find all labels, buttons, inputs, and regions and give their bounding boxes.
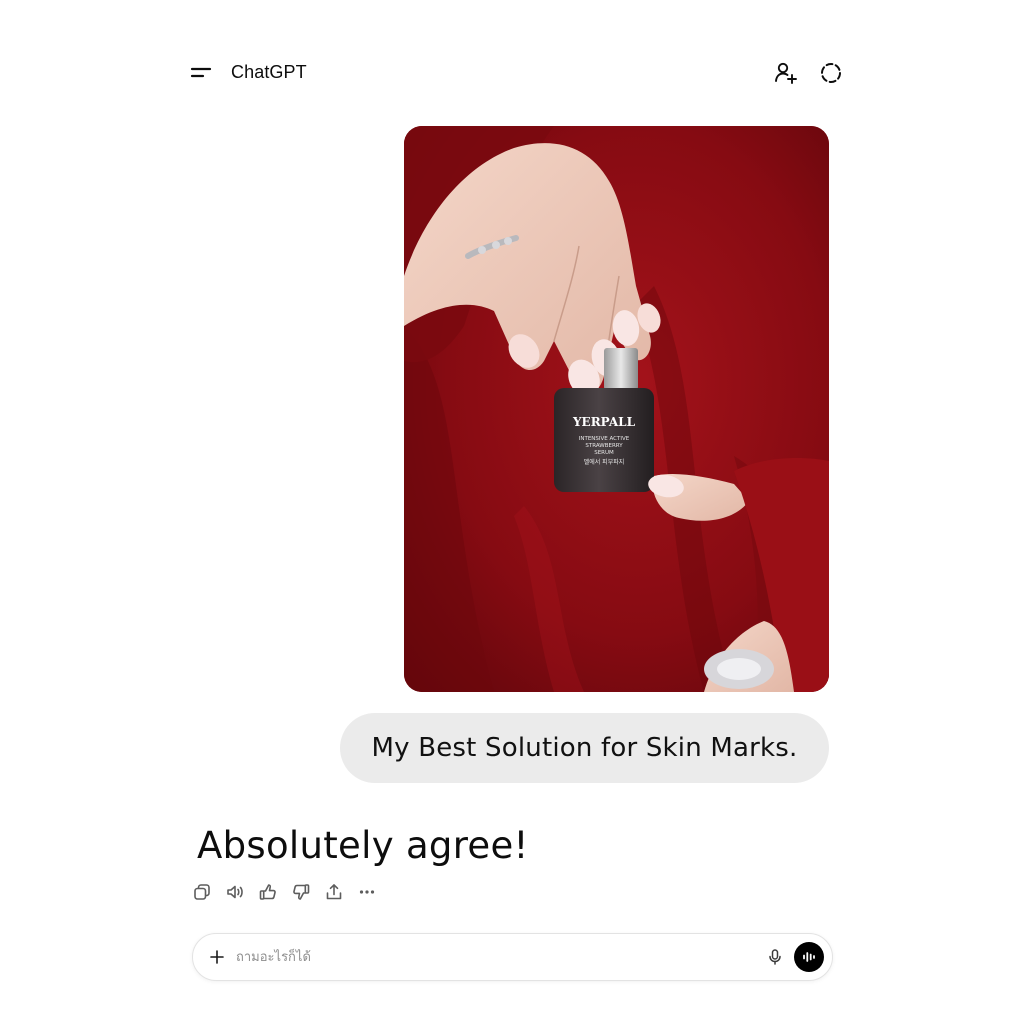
dashed-circle-icon[interactable] <box>818 60 844 86</box>
app-title: ChatGPT <box>231 62 307 82</box>
product-brand-text: YERPALL <box>572 415 636 429</box>
top-bar: ChatGPT <box>0 0 1024 140</box>
menu-icon[interactable] <box>188 62 214 84</box>
copy-icon[interactable] <box>191 881 213 903</box>
more-icon[interactable] <box>356 881 378 903</box>
voice-mode-icon <box>803 952 815 962</box>
thumbs-up-icon[interactable] <box>257 881 279 903</box>
mic-icon[interactable] <box>765 947 785 967</box>
product-line-3: SERUM <box>594 450 614 456</box>
share-icon[interactable] <box>323 881 345 903</box>
message-actions <box>191 881 378 903</box>
plus-icon[interactable] <box>207 947 227 967</box>
thumbs-down-icon[interactable] <box>290 881 312 903</box>
product-line-1: INTENSIVE ACTIVE <box>579 436 630 442</box>
product-line-2: STRAWBERRY <box>585 443 623 449</box>
add-person-icon[interactable] <box>772 60 798 86</box>
message-input[interactable] <box>236 943 756 971</box>
message-composer <box>192 933 833 981</box>
voice-mode-button[interactable] <box>794 942 824 972</box>
read-aloud-icon[interactable] <box>224 881 246 903</box>
user-message-text: My Best Solution for Skin Marks. <box>371 733 798 763</box>
product-korean-text: 멜에서 피부파지 <box>584 458 625 466</box>
assistant-message: Absolutely agree! <box>197 824 529 867</box>
user-image[interactable]: YERPALL INTENSIVE ACTIVE STRAWBERRY SERU… <box>404 126 829 692</box>
user-message-bubble: My Best Solution for Skin Marks. <box>340 713 829 783</box>
